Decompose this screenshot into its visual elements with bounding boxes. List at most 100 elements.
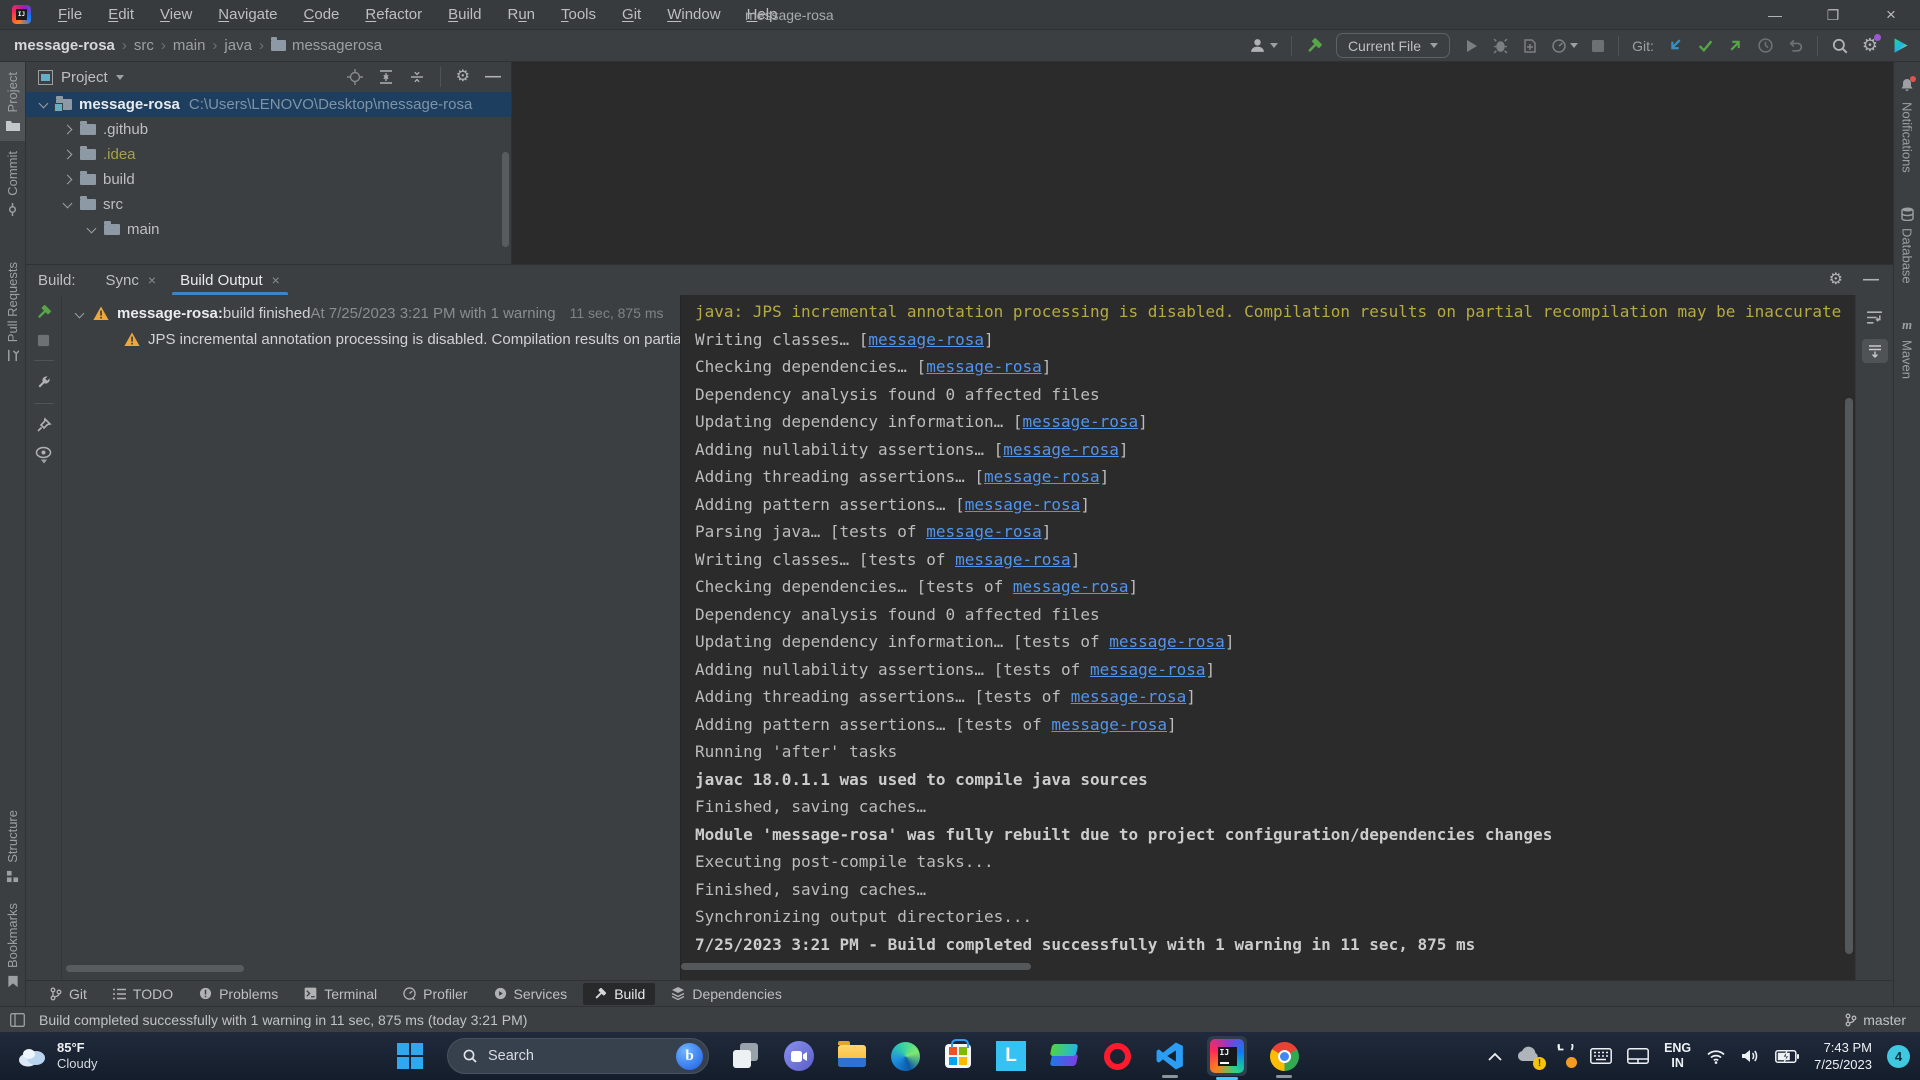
- console-module-link[interactable]: message-rosa: [868, 330, 984, 349]
- close-tab-icon[interactable]: ×: [148, 272, 156, 288]
- git-push-button[interactable]: [1727, 37, 1744, 54]
- sidebar-item-maven[interactable]: m Maven: [1894, 307, 1920, 389]
- volume-icon[interactable]: [1741, 1048, 1760, 1064]
- task-view-button[interactable]: [730, 1040, 762, 1072]
- status-message[interactable]: Build completed successfully with 1 warn…: [39, 1012, 527, 1028]
- menu-edit[interactable]: Edit: [95, 6, 147, 23]
- chevron-expanded-icon[interactable]: [86, 223, 97, 233]
- sync-tray-icon[interactable]: [1556, 1038, 1578, 1068]
- toolwindow-profiler[interactable]: Profiler: [393, 983, 477, 1005]
- taskbar-search[interactable]: Search b: [447, 1038, 709, 1074]
- project-settings-gear-icon[interactable]: ⚙: [456, 69, 470, 85]
- stop-button[interactable]: [1591, 39, 1605, 53]
- sidebar-item-commit[interactable]: Commit: [0, 141, 25, 226]
- ldplayer-button[interactable]: L: [995, 1040, 1027, 1072]
- hide-build-panel-icon[interactable]: —: [1863, 272, 1879, 288]
- breadcrumb-item[interactable]: java: [224, 37, 252, 54]
- breadcrumb-item[interactable]: message-rosa: [14, 37, 115, 54]
- tree-horizontal-scrollbar[interactable]: [66, 965, 244, 972]
- hide-panel-icon[interactable]: —: [485, 69, 501, 85]
- chevron-collapsed-icon[interactable]: [62, 174, 73, 185]
- expand-all-icon[interactable]: [378, 69, 394, 85]
- sidebar-item-bookmarks[interactable]: Bookmarks: [0, 893, 25, 998]
- menu-tools[interactable]: Tools: [548, 6, 609, 23]
- console-vertical-scrollbar[interactable]: [1845, 398, 1853, 954]
- console-module-link[interactable]: message-rosa: [955, 550, 1071, 569]
- touchpad-icon[interactable]: [1627, 1048, 1650, 1064]
- tray-chevron-up-icon[interactable]: [1488, 1052, 1502, 1061]
- menu-refactor[interactable]: Refactor: [352, 6, 435, 23]
- build-hammer-button[interactable]: [1305, 37, 1323, 55]
- project-tree-item-src[interactable]: src: [26, 192, 511, 217]
- microsoft-store-button[interactable]: [942, 1039, 974, 1072]
- console-module-link[interactable]: message-rosa: [1023, 412, 1139, 431]
- console-horizontal-scrollbar[interactable]: [681, 963, 1031, 970]
- coverage-button[interactable]: [1522, 38, 1538, 54]
- console-module-link[interactable]: message-rosa: [1090, 660, 1206, 679]
- menu-run[interactable]: Run: [494, 6, 548, 23]
- toolwindow-build[interactable]: Build: [583, 982, 656, 1005]
- console-module-link[interactable]: message-rosa: [965, 495, 1081, 514]
- scroll-to-end-button[interactable]: [1861, 339, 1888, 363]
- rerun-build-hammer-icon[interactable]: [35, 304, 52, 321]
- language-indicator[interactable]: ENG IN: [1664, 1041, 1691, 1071]
- console-module-link[interactable]: message-rosa: [1051, 715, 1167, 734]
- run-configuration-dropdown[interactable]: Current File: [1335, 33, 1451, 58]
- toolwindow-todo[interactable]: TODO: [103, 983, 183, 1005]
- minimize-button[interactable]: —: [1746, 0, 1804, 30]
- collapse-all-icon[interactable]: [409, 69, 425, 85]
- toolwindow-services[interactable]: Services: [484, 983, 578, 1005]
- start-button[interactable]: [394, 1040, 426, 1072]
- editor-area[interactable]: [512, 62, 1893, 264]
- sidebar-item-structure[interactable]: Structure: [0, 800, 25, 893]
- toolwindow-terminal[interactable]: Terminal: [294, 983, 387, 1005]
- view-options-button[interactable]: [35, 446, 52, 464]
- menu-window[interactable]: Window: [654, 6, 733, 23]
- chevron-collapsed-icon[interactable]: [62, 124, 73, 135]
- project-tree-item-main[interactable]: main: [26, 217, 511, 242]
- toolwindow-layout-icon[interactable]: [10, 1012, 25, 1027]
- project-tree-item-build[interactable]: build: [26, 167, 511, 192]
- build-warning-row[interactable]: JPS incremental annotation processing is…: [62, 326, 680, 352]
- profiler-button[interactable]: [1551, 38, 1579, 54]
- console-module-link[interactable]: message-rosa: [1071, 687, 1187, 706]
- build-console[interactable]: java: JPS incremental annotation process…: [680, 295, 1855, 980]
- rollback-button[interactable]: [1787, 37, 1804, 54]
- build-result-row[interactable]: message-rosa: build finished At 7/25/202…: [62, 300, 680, 326]
- git-branch-widget[interactable]: master: [1845, 1012, 1906, 1028]
- chevron-expanded-icon[interactable]: [74, 308, 85, 318]
- bluestacks-button[interactable]: [1048, 1040, 1080, 1072]
- git-update-button[interactable]: [1667, 37, 1684, 54]
- soft-wrap-button[interactable]: [1862, 305, 1888, 329]
- code-with-me-gradient-icon[interactable]: [1891, 36, 1910, 55]
- stop-build-icon[interactable]: [37, 334, 50, 347]
- sidebar-item-project[interactable]: Project: [0, 62, 25, 142]
- opera-button[interactable]: [1101, 1040, 1133, 1072]
- project-tree-item-.idea[interactable]: .idea: [26, 142, 511, 167]
- breadcrumb-item[interactable]: src: [134, 37, 154, 54]
- console-module-link[interactable]: message-rosa: [1109, 632, 1225, 651]
- breadcrumb-item[interactable]: main: [173, 37, 206, 54]
- project-tree-item-.github[interactable]: .github: [26, 117, 511, 142]
- menu-code[interactable]: Code: [291, 6, 353, 23]
- tab-build-output[interactable]: Build Output ×: [168, 265, 292, 295]
- project-view-dropdown[interactable]: Project: [38, 69, 124, 86]
- intellij-idea-button[interactable]: IJ: [1207, 1036, 1247, 1076]
- vscode-button[interactable]: [1154, 1040, 1186, 1072]
- run-button[interactable]: [1463, 38, 1479, 54]
- bing-icon[interactable]: b: [676, 1042, 703, 1070]
- project-tree-item-message-rosa[interactable]: message-rosa C:\Users\LENOVO\Desktop\mess…: [26, 92, 511, 117]
- settings-button[interactable]: ⚙: [1862, 33, 1881, 56]
- git-commit-button[interactable]: [1697, 37, 1714, 54]
- history-button[interactable]: [1757, 37, 1774, 54]
- weather-widget[interactable]: 85°F Cloudy: [16, 1040, 97, 1072]
- search-everywhere-button[interactable]: [1831, 37, 1849, 55]
- menu-build[interactable]: Build: [435, 6, 494, 23]
- touch-keyboard-icon[interactable]: [1590, 1048, 1613, 1064]
- chevron-expanded-icon[interactable]: [62, 198, 73, 208]
- project-scrollbar[interactable]: [502, 152, 509, 247]
- notification-count-badge[interactable]: 4: [1887, 1044, 1910, 1068]
- sidebar-item-pull-requests[interactable]: Pull Requests: [0, 252, 25, 372]
- chevron-expanded-icon[interactable]: [38, 98, 49, 108]
- sidebar-item-database[interactable]: Database: [1894, 197, 1920, 294]
